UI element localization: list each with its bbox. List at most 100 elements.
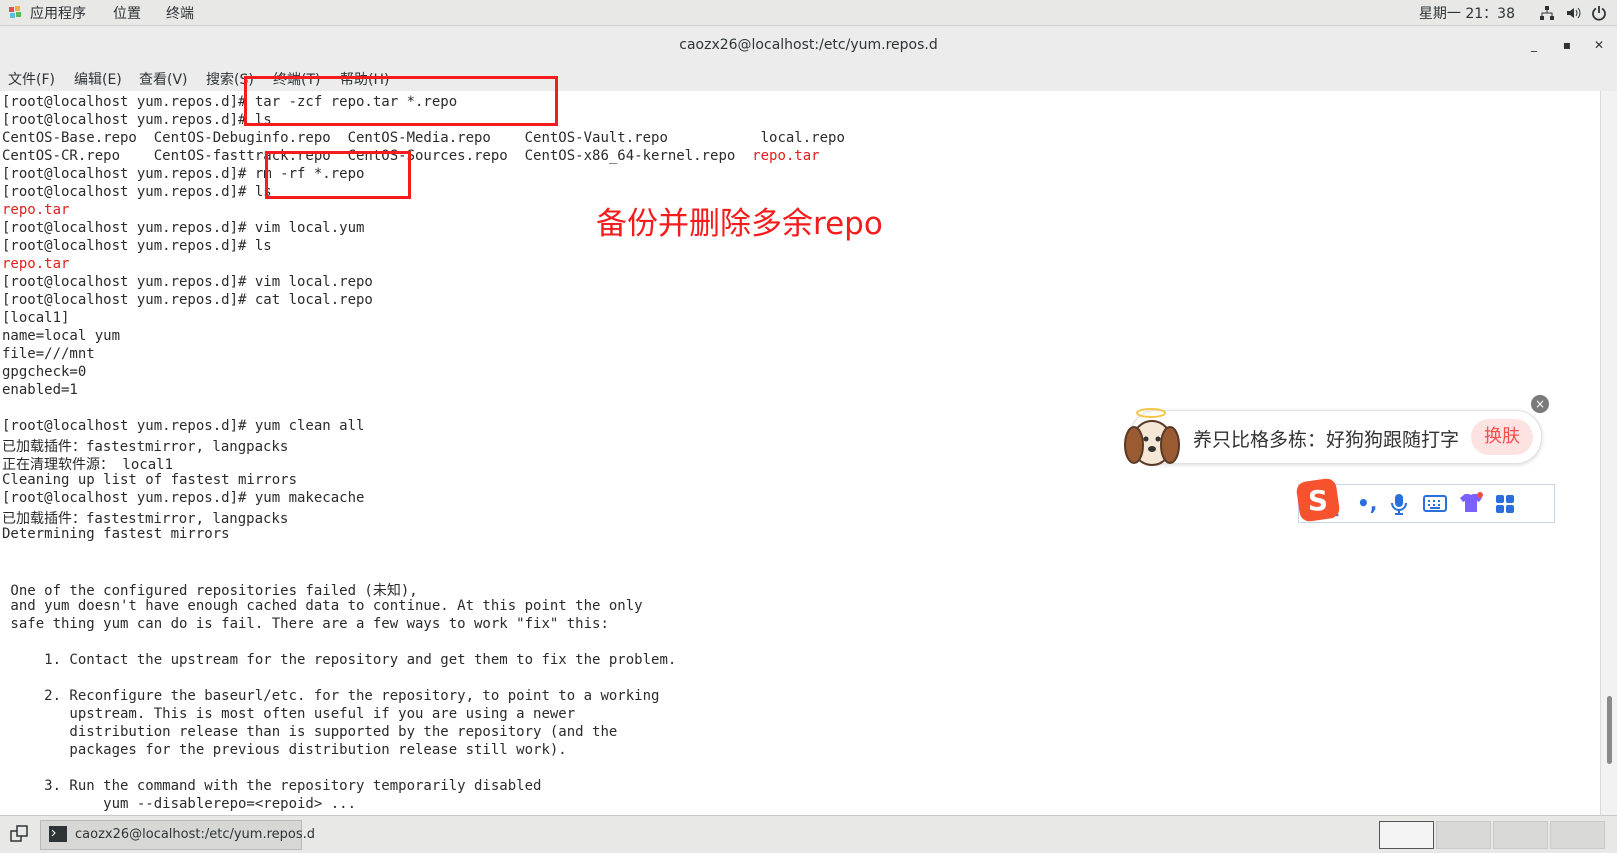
terminal-line: upstream. This is most often useful if y…	[2, 706, 575, 724]
close-button[interactable]: ✕	[1590, 36, 1608, 54]
terminal-line: file=///mnt	[2, 346, 95, 364]
terminal-line-text: and yum doesn't have enough cached data …	[2, 598, 643, 614]
scrollbar-thumb[interactable]	[1607, 696, 1612, 764]
terminal-line: [root@localhost yum.repos.d]# vim local.…	[2, 220, 364, 238]
clock[interactable]: 星期一 21：38	[1419, 3, 1515, 23]
terminal-red-filename: repo.tar	[752, 148, 820, 164]
terminal-line-text: Cleaning up list of fastest mirrors	[2, 472, 298, 488]
terminal-line-text: safe thing yum can do is fail. There are…	[2, 616, 609, 632]
terminal-line-text: yum --disablerepo=<repoid> ...	[2, 796, 357, 812]
bottom-taskbar: caozx26@localhost:/etc/yum.repos.d	[0, 815, 1617, 853]
terminal-line-text: 3. Run the command with the repository t…	[2, 778, 542, 794]
sogou-logo-icon[interactable]: S	[1296, 478, 1340, 522]
toolbox-grid-icon[interactable]	[1495, 494, 1515, 514]
terminal-red-filename: repo.tar	[2, 202, 70, 218]
terminal-line-text: One of the configured repositories faile…	[2, 583, 418, 599]
terminal-line: repo.tar	[2, 256, 69, 274]
terminal-line-text: distribution release than is supported b…	[2, 724, 618, 740]
volume-icon[interactable]	[1565, 5, 1581, 21]
keyboard-icon[interactable]	[1423, 495, 1447, 512]
minimize-button[interactable]: _	[1525, 36, 1543, 54]
terminal-line-text: [root@localhost yum.repos.d]# vim local.…	[2, 274, 373, 290]
terminal-line-text: CentOS-Base.repo CentOS-Debuginfo.repo C…	[2, 130, 845, 146]
microphone-icon[interactable]	[1391, 493, 1407, 515]
terminal-line: CentOS-Base.repo CentOS-Debuginfo.repo C…	[2, 130, 845, 148]
terminal-line: distribution release than is supported b…	[2, 724, 617, 742]
terminal-line: repo.tar	[2, 202, 69, 220]
terminal-line: [root@localhost yum.repos.d]# ls	[2, 238, 272, 256]
terminal-scrollbar[interactable]	[1600, 91, 1617, 815]
terminal-line: 已加载插件：fastestmirror, langpacks	[2, 508, 289, 527]
workspace-2[interactable]	[1436, 821, 1491, 849]
terminal-line: 正在清理软件源： local1	[2, 454, 173, 473]
annotation-text: 备份并删除多余repo	[596, 206, 883, 242]
places-menu[interactable]: 位置	[113, 3, 141, 23]
ime-bubble-text: 养只比格多栋：好狗狗跟随打字	[1193, 429, 1460, 451]
workspace-4[interactable]	[1550, 821, 1605, 849]
terminal-app-menu[interactable]: 终端	[166, 3, 194, 23]
terminal-line: [root@localhost yum.repos.d]# yum clean …	[2, 418, 364, 436]
ime-close-icon[interactable]: ×	[1531, 395, 1549, 413]
taskbar-terminal-item[interactable]: caozx26@localhost:/etc/yum.repos.d	[40, 820, 315, 850]
window-titlebar[interactable]: caozx26@localhost:/etc/yum.repos.d _ ▪ ✕	[0, 26, 1617, 65]
terminal-line-text: [root@localhost yum.repos.d]# vim local.…	[2, 220, 365, 236]
terminal-line-text: [local1]	[2, 310, 70, 326]
terminal-line: name=local yum	[2, 328, 120, 346]
terminal-line: enabled=1	[2, 382, 78, 400]
terminal-line: Determining fastest mirrors	[2, 526, 230, 544]
terminal-line-text: 已加载插件：fastestmirror, langpacks	[2, 439, 289, 455]
terminal-line: Cleaning up list of fastest mirrors	[2, 472, 297, 490]
applications-menu[interactable]: 应用程序	[30, 3, 86, 23]
terminal-line: yum --disablerepo=<repoid> ...	[2, 796, 356, 814]
top-bar: 应用程序 位置 终端 星期一 21：38	[0, 0, 1617, 26]
terminal-line: 已加载插件：fastestmirror, langpacks	[2, 436, 289, 455]
terminal-line-text: 1. Contact the upstream for the reposito…	[2, 652, 677, 668]
terminal-line-text: Determining fastest mirrors	[2, 526, 230, 542]
workspace-3[interactable]	[1493, 821, 1548, 849]
terminal-line: 2. Reconfigure the baseurl/etc. for the …	[2, 688, 659, 706]
terminal-line-text: [root@localhost yum.repos.d]# yum clean …	[2, 418, 365, 434]
annotation-box-rm	[265, 151, 411, 199]
terminal-line-text: 2. Reconfigure the baseurl/etc. for the …	[2, 688, 660, 704]
terminal-line-text: name=local yum	[2, 328, 121, 344]
terminal-line: [root@localhost yum.repos.d]# ls	[2, 184, 272, 202]
taskbar-item-label: caozx26@localhost:/etc/yum.repos.d	[75, 827, 316, 842]
terminal-line-text: gpgcheck=0	[2, 364, 87, 380]
network-icon[interactable]	[1539, 5, 1555, 21]
beagle-mascot-icon	[1124, 408, 1180, 466]
terminal-line-text: file=///mnt	[2, 346, 95, 362]
terminal-line-text: [root@localhost yum.repos.d]# cat local.…	[2, 292, 373, 308]
show-desktop-icon[interactable]	[10, 825, 28, 843]
terminal-line: 1. Contact the upstream for the reposito…	[2, 652, 676, 670]
menu-view[interactable]: 查看(V)	[139, 69, 188, 89]
maximize-button[interactable]: ▪	[1558, 36, 1576, 54]
window-title: caozx26@localhost:/etc/yum.repos.d	[679, 37, 938, 53]
terminal-line: safe thing yum can do is fail. There are…	[2, 616, 609, 634]
ime-punctuation-toggle[interactable]: •,	[1357, 491, 1377, 515]
terminal-line: 3. Run the command with the repository t…	[2, 778, 541, 796]
annotation-box-tar	[244, 76, 558, 126]
terminal-line: [root@localhost yum.repos.d]# cat local.…	[2, 292, 373, 310]
terminal-icon	[49, 826, 67, 842]
svg-text:S: S	[1308, 484, 1328, 517]
terminal-line: gpgcheck=0	[2, 364, 86, 382]
power-icon[interactable]	[1591, 5, 1607, 21]
terminal-line: One of the configured repositories faile…	[2, 580, 418, 599]
ime-suggestion-bubble[interactable]: 养只比格多栋：好狗狗跟随打字 换肤	[1130, 410, 1542, 464]
workspace-1[interactable]	[1379, 821, 1434, 849]
menu-file[interactable]: 文件(F)	[8, 69, 55, 89]
skin-shirt-icon[interactable]	[1459, 492, 1483, 514]
terminal-line-text: upstream. This is most often useful if y…	[2, 706, 576, 722]
terminal-line: [root@localhost yum.repos.d]# vim local.…	[2, 274, 373, 292]
terminal-menubar: 文件(F) 编辑(E) 查看(V) 搜索(S) 终端(T) 帮助(H)	[0, 64, 1617, 91]
terminal-line: [root@localhost yum.repos.d]# yum makeca…	[2, 490, 364, 508]
terminal-line: [root@localhost yum.repos.d]# ls	[2, 112, 272, 130]
terminal-line-text: [root@localhost yum.repos.d]# yum makeca…	[2, 490, 365, 506]
terminal-line: and yum doesn't have enough cached data …	[2, 598, 643, 616]
menu-edit[interactable]: 编辑(E)	[74, 69, 122, 89]
terminal-line-text: packages for the previous distribution r…	[2, 742, 567, 758]
terminal-line-text: [root@localhost yum.repos.d]# ls	[2, 112, 272, 128]
terminal-line-text: 已加载插件：fastestmirror, langpacks	[2, 511, 289, 527]
ime-skin-button[interactable]: 换肤	[1471, 419, 1533, 455]
terminal-line: [local1]	[2, 310, 69, 328]
